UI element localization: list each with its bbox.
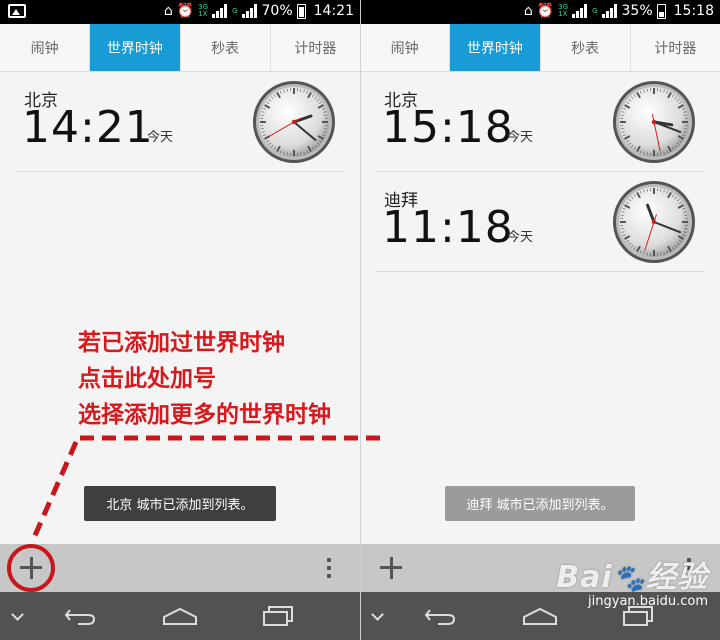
- vibrate-icon: ⌂: [523, 3, 533, 19]
- home-icon[interactable]: [162, 606, 198, 626]
- city-row[interactable]: 迪拜 11:18 今天: [376, 172, 704, 272]
- back-icon[interactable]: [64, 606, 96, 626]
- tab-stopwatch[interactable]: 秒表: [541, 24, 631, 71]
- alarm-icon: ⏰: [176, 3, 195, 19]
- city-time: 15:18: [382, 102, 514, 153]
- image-icon: [8, 4, 26, 18]
- tab-world-clock[interactable]: 世界时钟: [450, 24, 541, 71]
- back-icon[interactable]: [424, 606, 456, 626]
- city-day: 今天: [507, 230, 534, 245]
- city-day: 今天: [507, 130, 534, 145]
- battery-percent: 35%: [621, 3, 653, 19]
- battery-percent: 70%: [261, 3, 293, 19]
- recent-apps-icon[interactable]: [262, 605, 294, 627]
- status-time: 15:18: [673, 3, 714, 19]
- add-city-button[interactable]: [377, 554, 405, 582]
- network-3g-icon: 3G 1X: [558, 3, 569, 18]
- bottom-action-bar: [0, 544, 360, 592]
- battery-icon: [296, 3, 306, 19]
- signal-icon: [572, 4, 588, 18]
- chevron-down-icon[interactable]: [371, 608, 384, 621]
- annotation-line: 点击此处加号: [78, 366, 216, 392]
- overflow-menu-button[interactable]: [326, 558, 332, 580]
- analog-clock-icon: [253, 81, 335, 163]
- baidu-jingyan-watermark: Bai🐾经验 jingyan.baidu.com: [556, 552, 708, 609]
- signal-icon: [601, 4, 618, 18]
- analog-clock-icon: [613, 181, 695, 263]
- city-day: 今天: [147, 130, 174, 145]
- watermark-url: jingyan.baidu.com: [588, 594, 708, 609]
- add-city-button[interactable]: [17, 554, 45, 582]
- tab-alarm[interactable]: 闹钟: [360, 24, 451, 71]
- annotation-line: 选择添加更多的世界时钟: [78, 402, 331, 428]
- status-bar: ⌂ ⏰ 3G 1X G 35% 15:18: [360, 0, 720, 24]
- signal-icon: [212, 4, 228, 18]
- city-row[interactable]: 北京 15:18 今天: [376, 72, 704, 172]
- tab-timer[interactable]: 计时器: [271, 24, 360, 71]
- network-3g-icon: 3G 1X: [198, 3, 209, 18]
- network-g-icon: G: [592, 6, 598, 15]
- city-row[interactable]: 北京 14:21 今天: [16, 72, 344, 172]
- tab-stopwatch[interactable]: 秒表: [181, 24, 271, 71]
- annotation-line: 若已添加过世界时钟: [78, 330, 285, 356]
- city-time: 11:18: [382, 202, 514, 253]
- status-time: 14:21: [313, 3, 354, 19]
- left-screen: ⌂ ⏰ 3G 1X G 70% 14:21 闹钟 世界时钟 秒表 计时器 北京 1…: [0, 0, 360, 640]
- chevron-down-icon[interactable]: [11, 608, 24, 621]
- right-screen: ⌂ ⏰ 3G 1X G 35% 15:18 闹钟 世界时钟 秒表 计时器 北京 1…: [360, 0, 720, 640]
- tab-timer[interactable]: 计时器: [631, 24, 720, 71]
- vibrate-icon: ⌂: [163, 3, 173, 19]
- status-bar: ⌂ ⏰ 3G 1X G 70% 14:21: [0, 0, 360, 24]
- battery-icon: [656, 3, 666, 19]
- city-time: 14:21: [22, 102, 154, 153]
- watermark-logo: Bai🐾经验: [556, 560, 708, 595]
- home-icon[interactable]: [522, 606, 558, 626]
- system-nav-bar: [0, 592, 360, 640]
- toast-message: 迪拜 城市已添加到列表。: [445, 486, 635, 521]
- tab-world-clock[interactable]: 世界时钟: [90, 24, 181, 71]
- tab-bar: 闹钟 世界时钟 秒表 计时器: [360, 24, 720, 72]
- analog-clock-icon: [613, 81, 695, 163]
- alarm-icon: ⏰: [536, 3, 555, 19]
- network-g-icon: G: [232, 6, 238, 15]
- signal-icon: [241, 4, 258, 18]
- tab-bar: 闹钟 世界时钟 秒表 计时器: [0, 24, 360, 72]
- annotation-text: 若已添加过世界时钟 点击此处加号 选择添加更多的世界时钟: [78, 325, 331, 433]
- tab-alarm[interactable]: 闹钟: [0, 24, 91, 71]
- toast-message: 北京 城市已添加到列表。: [84, 486, 276, 521]
- screenshot-root: ⌂ ⏰ 3G 1X G 70% 14:21 闹钟 世界时钟 秒表 计时器 北京 1…: [0, 0, 720, 640]
